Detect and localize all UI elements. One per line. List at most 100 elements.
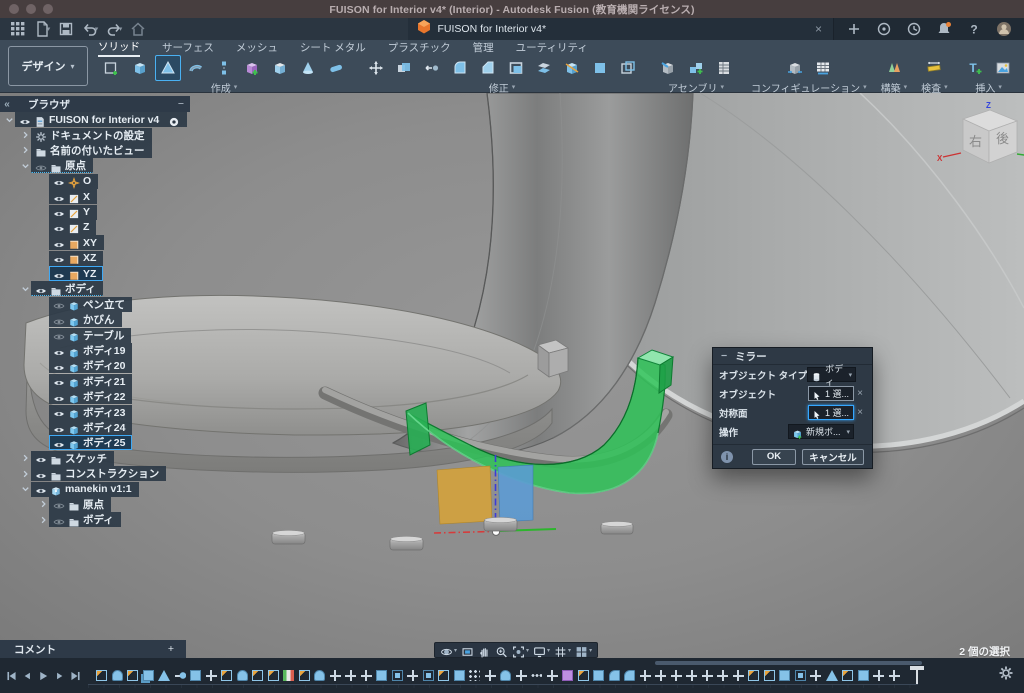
primitive-pipe-button[interactable] (323, 55, 349, 81)
redo-icon[interactable]: ▾ (104, 20, 124, 38)
visible-eye-icon[interactable] (53, 391, 65, 403)
chevron-down-icon[interactable] (20, 484, 31, 495)
mirror-button[interactable] (155, 55, 181, 81)
feature-sketch[interactable] (438, 670, 449, 681)
feature-move[interactable] (485, 670, 496, 681)
zoom-tool-icon[interactable] (495, 644, 508, 657)
feature-extrude[interactable] (454, 670, 465, 681)
go-to-end-button[interactable] (69, 669, 82, 682)
activate-radio-icon[interactable] (168, 114, 180, 126)
visible-eye-icon[interactable] (35, 452, 47, 464)
feature-form[interactable] (562, 670, 573, 681)
chevron-right-icon[interactable] (20, 453, 31, 464)
tree-row[interactable]: ボディ23 (0, 404, 196, 419)
visible-eye-icon[interactable] (53, 422, 65, 434)
new-component-button[interactable] (655, 55, 681, 81)
visible-eye-icon[interactable] (53, 175, 65, 187)
tree-row[interactable]: X (0, 189, 196, 204)
feature-revolve[interactable] (500, 670, 511, 681)
step-forward-button[interactable] (53, 669, 66, 682)
tree-row[interactable]: ボディ (0, 512, 196, 527)
feature-extrude[interactable] (593, 670, 604, 681)
visible-eye-icon[interactable] (53, 406, 65, 418)
tree-item[interactable]: テーブル (49, 328, 131, 343)
ribbon-group-label[interactable]: 検査▾ (921, 81, 948, 93)
tree-row[interactable]: YZ (0, 266, 196, 281)
visible-eye-icon[interactable] (53, 206, 65, 218)
tree-row[interactable]: スケッチ (0, 451, 196, 466)
tree-row[interactable]: ボディ20 (0, 358, 196, 373)
feature-mirror[interactable] (158, 670, 170, 681)
chamfer-button[interactable] (475, 55, 501, 81)
tree-row[interactable]: コンストラクション (0, 466, 196, 481)
visible-eye-icon[interactable] (35, 283, 47, 295)
feature-appearance[interactable] (283, 670, 294, 681)
file-icon[interactable]: ▾ (32, 20, 52, 38)
feature-sketch[interactable] (299, 670, 310, 681)
tree-item[interactable]: ボディ23 (49, 405, 132, 420)
visible-eye-icon[interactable] (53, 345, 65, 357)
tree-item[interactable]: ボディ19 (49, 343, 132, 358)
body-type-dropdown[interactable]: ボディ▾ (807, 367, 856, 382)
visible-eye-icon[interactable] (35, 483, 47, 495)
extrude-button[interactable] (127, 55, 153, 81)
visible-eye-icon[interactable] (19, 114, 31, 126)
tree-row[interactable]: かびん (0, 312, 196, 327)
tree-item[interactable]: manekin v1:1 (31, 482, 139, 497)
feature-move[interactable] (345, 670, 356, 681)
timeline-playhead[interactable] (910, 666, 924, 686)
feature-pattern[interactable] (423, 670, 434, 681)
help-icon[interactable]: ? (964, 20, 984, 38)
measure-button[interactable] (921, 55, 947, 81)
feature-extrude[interactable] (376, 670, 387, 681)
selection-button[interactable]: 1 選... (808, 405, 854, 420)
feature-move[interactable] (717, 670, 728, 681)
comments-panel-header[interactable]: コメント + (0, 640, 186, 658)
primitive-box-button[interactable] (267, 55, 293, 81)
tree-row[interactable]: ボディ (0, 281, 196, 296)
hidden-eye-icon[interactable] (53, 498, 65, 510)
feature-move[interactable] (361, 670, 372, 681)
new-tab-icon[interactable] (844, 20, 864, 38)
undo-icon[interactable]: ▾ (80, 20, 100, 38)
tree-item[interactable]: コンストラクション (31, 466, 166, 481)
sweep-button[interactable] (183, 55, 209, 81)
ribbon-group-label[interactable]: 修正▾ (489, 81, 516, 93)
replace-face-button[interactable] (587, 55, 613, 81)
visible-eye-icon[interactable] (53, 252, 65, 264)
notifications-icon[interactable] (934, 20, 954, 38)
feature-sketch[interactable] (764, 670, 775, 681)
3d-viewport[interactable]: 右 後 X Y Z « ブラウザ − FUISON for Interior v… (0, 93, 1024, 658)
feature-sketch[interactable] (252, 670, 263, 681)
construction-plane-button[interactable] (881, 55, 907, 81)
visible-eye-icon[interactable] (53, 221, 65, 233)
tree-row[interactable]: ボディ19 (0, 343, 196, 358)
tree-item[interactable]: X (49, 189, 97, 204)
tree-item[interactable]: XY (49, 235, 104, 250)
tree-item[interactable]: ボディ20 (49, 358, 132, 373)
new-body-dropdown[interactable]: 新規ボ...▾ (788, 424, 854, 439)
tree-item[interactable]: ボディ24 (49, 420, 132, 435)
feature-sketch[interactable] (842, 670, 853, 681)
feature-pattern[interactable] (795, 670, 806, 681)
go-to-start-button[interactable] (5, 669, 18, 682)
insert-canvas-button[interactable] (990, 55, 1016, 81)
tree-item[interactable]: 名前の付いたビュー (31, 143, 152, 158)
feature-extrude[interactable] (779, 670, 790, 681)
tree-row[interactable]: ペン立て (0, 297, 196, 312)
feature-sketch[interactable] (127, 670, 138, 681)
tree-row[interactable]: 名前の付いたビュー (0, 143, 196, 158)
tree-item[interactable]: ボディ22 (49, 389, 132, 404)
split-body-button[interactable] (559, 55, 585, 81)
move-button[interactable] (363, 55, 389, 81)
feature-mirror[interactable] (826, 670, 838, 681)
combine-button[interactable] (391, 55, 417, 81)
tree-row[interactable]: ボディ24 (0, 420, 196, 435)
step-back-button[interactable] (21, 669, 34, 682)
feature-move[interactable] (330, 670, 341, 681)
tree-item[interactable]: ボディ (31, 281, 103, 296)
visible-eye-icon[interactable] (35, 468, 47, 480)
info-icon[interactable]: i (721, 451, 733, 463)
feature-revolve[interactable] (237, 670, 248, 681)
insert-text-button[interactable]: T (962, 55, 988, 81)
